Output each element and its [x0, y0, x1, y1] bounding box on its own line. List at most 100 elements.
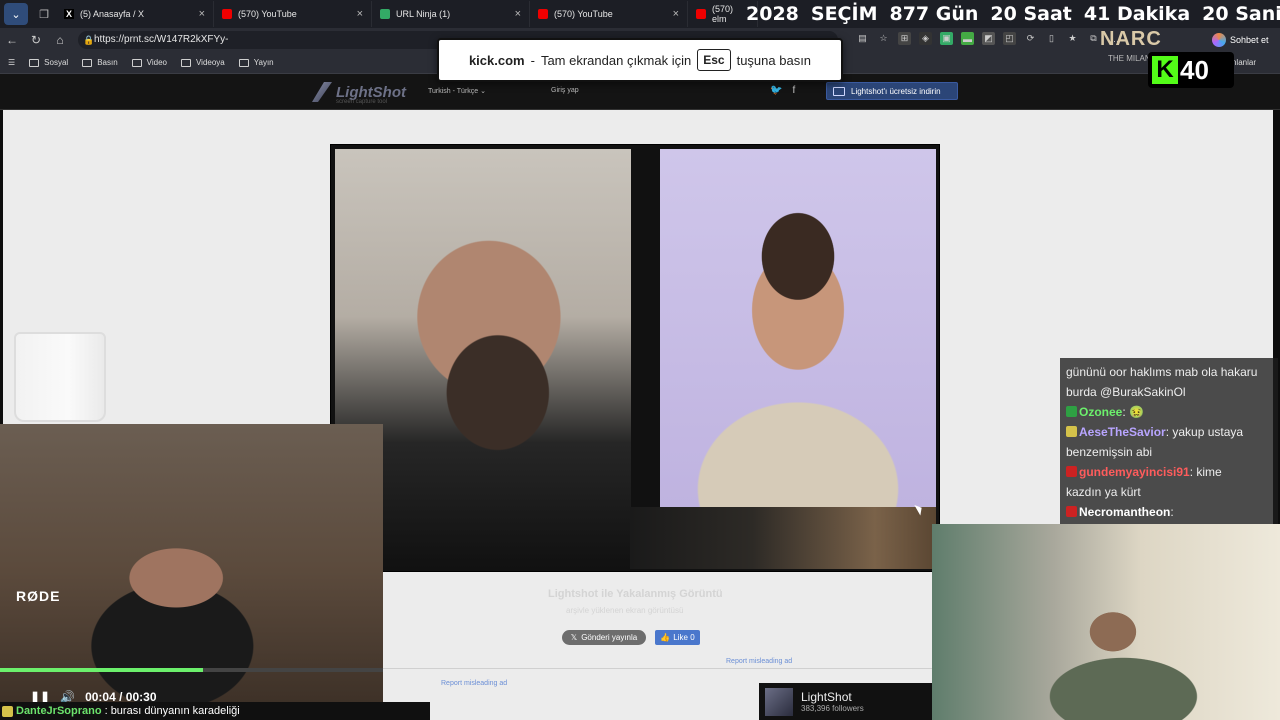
tab-youtube[interactable]: (570) YouTube × [214, 1, 372, 27]
folder-icon [82, 58, 93, 67]
countdown-days: 877 Gün [889, 3, 979, 25]
chat-username[interactable]: Necromantheon [1079, 505, 1170, 519]
overlay-chat-line: DanteJrSoprano : burası dünyanın karadel… [0, 702, 430, 720]
notice-text-before: Tam ekrandan çıkmak için [540, 52, 692, 68]
chat-text: gününü oor haklıms mab ola hakaru [1066, 365, 1258, 379]
facebook-icon[interactable]: f [792, 85, 795, 96]
report-ad-link[interactable]: Report misleading ad [726, 658, 792, 665]
streamer-webcam [0, 424, 383, 720]
chat-text: : [1170, 505, 1174, 519]
refresh-extension-icon[interactable]: ⟳ [1024, 32, 1037, 45]
video-progress-bar[interactable] [0, 668, 383, 672]
lightshot-profile-card[interactable]: LightShot 383,396 followers [759, 683, 932, 720]
tab-youtube-2[interactable]: (570) YouTube × [530, 1, 688, 27]
profile-name: LightShot [801, 690, 852, 704]
extension-icon[interactable]: ◰ [1003, 32, 1016, 45]
kick-count: 40 [1180, 54, 1209, 85]
logo-tagline: screen capture tool [336, 99, 388, 105]
bookmark-folder-videoya[interactable]: Videoya [180, 58, 225, 67]
folder-icon [131, 58, 142, 67]
home-icon[interactable]: ⌂ [48, 33, 72, 47]
screen: ⌄ ❐ X (5) Anasayfa / X × (570) YouTube ×… [0, 0, 1280, 720]
bookmark-folder-basin[interactable]: Basın [82, 58, 118, 67]
badge-icon [2, 705, 13, 717]
tab-label: (5) Anasayfa / X [80, 9, 145, 19]
tab-twitter[interactable]: X (5) Anasayfa / X × [56, 1, 214, 27]
close-icon[interactable]: × [357, 8, 363, 20]
chat-message: burda @BurakSakinOl [1066, 382, 1272, 402]
bookmark-label: Video [146, 58, 167, 67]
favorite-star-icon[interactable]: ☆ [877, 32, 890, 45]
guest-webcam [932, 524, 1280, 720]
chat-text: burda @BurakSakinOl [1066, 385, 1186, 399]
refresh-icon[interactable]: ↻ [24, 33, 48, 47]
notice-dash: - [530, 52, 535, 68]
chat-username[interactable]: gundemyayincisi91 [1079, 465, 1190, 479]
chat-message: benzemişsin abi [1066, 442, 1272, 462]
chat-username: DanteJrSoprano [16, 705, 102, 717]
copilot-button[interactable]: Sohbet et [1212, 31, 1269, 49]
download-button[interactable]: Lightshot'ı ücretsiz indirin [826, 82, 958, 100]
reader-view-icon[interactable]: ▤ [856, 32, 869, 45]
split-screen-icon[interactable]: ▯ [1045, 32, 1058, 45]
site-info-icon[interactable]: 🔒 [83, 31, 94, 49]
extension-icon[interactable]: ▬ [961, 32, 974, 45]
favorites-icon[interactable]: ★ [1066, 32, 1079, 45]
report-ad-link[interactable]: Report misleading ad [441, 680, 507, 687]
close-icon[interactable]: × [673, 8, 679, 20]
chat-text: : yakup ustaya [1165, 425, 1244, 439]
lightshot-logo[interactable]: LightShot screen capture tool [312, 82, 406, 105]
countdown-year: 2028 [746, 3, 799, 25]
extension-icon[interactable]: ⊞ [898, 32, 911, 45]
bookmark-folder-yayin[interactable]: Yayın [238, 58, 274, 67]
badge-icon [1066, 506, 1077, 517]
folder-icon [238, 58, 249, 67]
workspaces-icon[interactable]: ❐ [32, 3, 56, 25]
chat-username[interactable]: Ozonee [1079, 405, 1122, 419]
chat-message: gundemyayincisi91: kime [1066, 462, 1272, 482]
tab-url-ninja[interactable]: URL Ninja (1) × [372, 1, 530, 27]
divider [383, 668, 932, 669]
screenshot-bottom-strip [630, 507, 936, 569]
bookmark-label: Yayın [253, 58, 274, 67]
language-select[interactable]: Turkish - Türkçe ⌄ [428, 87, 486, 95]
youtube-icon [696, 9, 706, 19]
thumbs-up-icon: 👍 [660, 633, 671, 642]
chat-message: gününü oor haklıms mab ola hakaru [1066, 362, 1272, 382]
back-icon[interactable]: ← [0, 33, 24, 47]
chat-text: : kime [1189, 465, 1222, 479]
close-icon[interactable]: × [515, 8, 521, 20]
tweet-label: Gönderi yayınla [581, 633, 638, 642]
reading-list-icon[interactable]: ☰ [8, 58, 15, 67]
countdown-hours: 20 Saat [990, 3, 1072, 25]
collections-icon[interactable]: ⧉ [1087, 32, 1100, 45]
tab-list-dropdown-icon[interactable]: ⌄ [4, 3, 28, 25]
lightshot-avatar [765, 687, 793, 716]
screenshot-caption-sub: arşivle yüklenen ekran görüntüsü [566, 606, 684, 615]
bookmark-folder-sosyal[interactable]: Sosyal [29, 58, 68, 67]
glass-image [14, 332, 106, 422]
login-link[interactable]: Giriş yap [551, 87, 579, 94]
chat-username[interactable]: AeseTheSavior [1079, 425, 1166, 439]
notice-domain: kick.com [468, 52, 525, 68]
twitter-icon[interactable]: 🐦 [770, 85, 782, 96]
extension-icon[interactable]: ◈ [919, 32, 932, 45]
bookmark-folder-video[interactable]: Video [131, 58, 167, 67]
profile-followers: 383,396 followers [801, 704, 864, 713]
tab-label: URL Ninja (1) [396, 9, 451, 19]
youtube-icon [222, 9, 232, 19]
fullscreen-notice: kick.com - Tam ekrandan çıkmak için Esc … [437, 38, 843, 82]
extension-icon[interactable]: ◩ [982, 32, 995, 45]
close-icon[interactable]: × [199, 8, 205, 20]
logo-text: LightShot [336, 83, 406, 101]
like-label: Like 0 [673, 633, 695, 642]
download-label: Lightshot'ı ücretsiz indirin [851, 86, 941, 96]
like-button[interactable]: 👍 Like 0 [655, 630, 700, 645]
tweet-button[interactable]: 𝕏 Gönderi yayınla [562, 630, 646, 645]
extension-icon[interactable]: ▣ [940, 32, 953, 45]
countdown-minutes: 41 Dakika [1083, 3, 1191, 25]
video-progress-fill [0, 668, 203, 672]
bookmark-label: Sosyal [44, 58, 69, 67]
chat-text: : 🤢 [1122, 405, 1144, 419]
mic-brand-label: RØDE [16, 588, 61, 604]
